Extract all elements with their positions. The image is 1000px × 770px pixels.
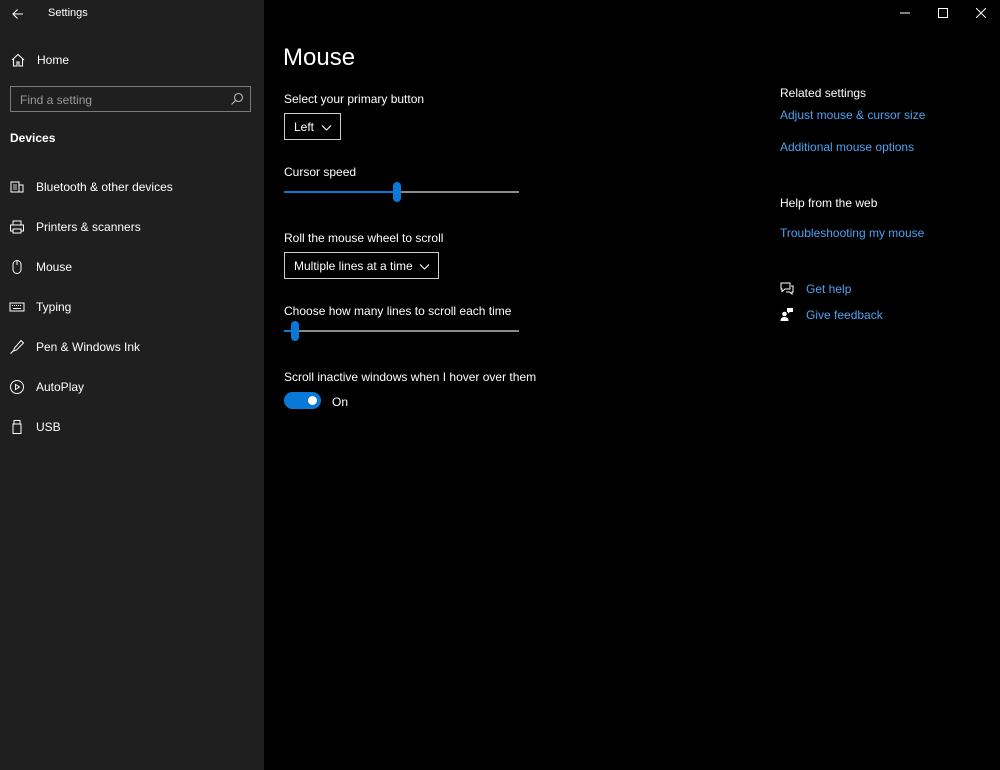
chevron-down-icon [419,264,430,270]
sidebar-item-autoplay[interactable]: AutoPlay [0,372,264,402]
toggle-state-text: On [332,395,349,409]
give-feedback-label: Give feedback [806,308,883,322]
usb-icon [12,420,22,434]
related-settings-heading: Related settings [780,86,867,100]
pen-icon [10,339,25,354]
search-placeholder: Find a setting [20,93,93,107]
sidebar-item-typing[interactable]: Typing [0,292,264,322]
cursor-speed-slider[interactable] [284,181,519,203]
help-from-web-heading: Help from the web [780,196,878,210]
sidebar-item-pen[interactable]: Pen & Windows Ink [0,332,264,362]
app-title: Settings [48,7,88,19]
cursor-speed-label: Cursor speed [284,165,357,179]
sidebar-item-label: USB [36,420,61,434]
search-input[interactable]: Find a setting [10,86,251,112]
wheel-scroll-label: Roll the mouse wheel to scroll [284,231,444,245]
sidebar-item-label: Typing [36,300,72,314]
maximize-button[interactable] [924,0,962,26]
sidebar-item-home[interactable]: Home [0,46,264,74]
sidebar-item-label: AutoPlay [36,380,85,394]
primary-button-dropdown[interactable]: Left [284,113,341,140]
troubleshooting-link[interactable]: Troubleshooting my mouse [780,226,924,240]
slider-fill [284,191,397,193]
autoplay-icon [10,380,24,394]
scroll-inactive-toggle[interactable] [284,392,321,409]
primary-button-label: Select your primary button [284,92,425,106]
lines-to-scroll-slider[interactable] [284,320,519,342]
dropdown-value: Multiple lines at a time [294,259,413,273]
close-icon [976,8,986,18]
toggle-knob [308,396,317,405]
adjust-mouse-cursor-link[interactable]: Adjust mouse & cursor size [780,108,925,122]
sidebar: Settings Home Find a setting Devices Blu… [0,0,264,770]
back-button[interactable] [6,2,30,26]
sidebar-item-label: Bluetooth & other devices [36,180,173,194]
home-icon [11,53,25,67]
sidebar-item-printers[interactable]: Printers & scanners [0,212,264,242]
maximize-icon [938,8,948,18]
title-bar: Settings [0,0,264,28]
sidebar-item-label: Mouse [36,260,73,274]
mouse-icon [12,260,22,274]
close-button[interactable] [962,0,1000,26]
slider-thumb[interactable] [291,321,299,341]
search-icon [231,92,244,105]
additional-mouse-options-link[interactable]: Additional mouse options [780,140,914,154]
sidebar-item-mouse[interactable]: Mouse [0,252,264,282]
section-heading: Devices [10,131,56,145]
minimize-icon [900,12,910,14]
page-title: Mouse [283,44,356,71]
back-arrow-icon [12,9,23,19]
sidebar-item-usb[interactable]: USB [0,412,264,442]
bluetooth-devices-icon [10,181,24,193]
chat-help-icon [780,282,794,295]
feedback-icon [780,308,793,321]
dropdown-value: Left [294,120,315,134]
lines-to-scroll-label: Choose how many lines to scroll each tim… [284,304,512,318]
sidebar-item-label: Home [37,53,70,67]
scroll-inactive-label: Scroll inactive windows when I hover ove… [284,370,537,384]
wheel-scroll-dropdown[interactable]: Multiple lines at a time [284,252,439,279]
printer-icon [10,220,24,234]
chevron-down-icon [321,125,332,131]
minimize-button[interactable] [886,0,924,26]
slider-thumb[interactable] [393,182,401,202]
slider-track [284,330,519,332]
sidebar-item-label: Printers & scanners [36,220,141,234]
keyboard-icon [9,302,25,312]
sidebar-item-label: Pen & Windows Ink [36,340,141,354]
sidebar-item-bluetooth[interactable]: Bluetooth & other devices [0,172,264,202]
get-help-label: Get help [806,282,852,296]
